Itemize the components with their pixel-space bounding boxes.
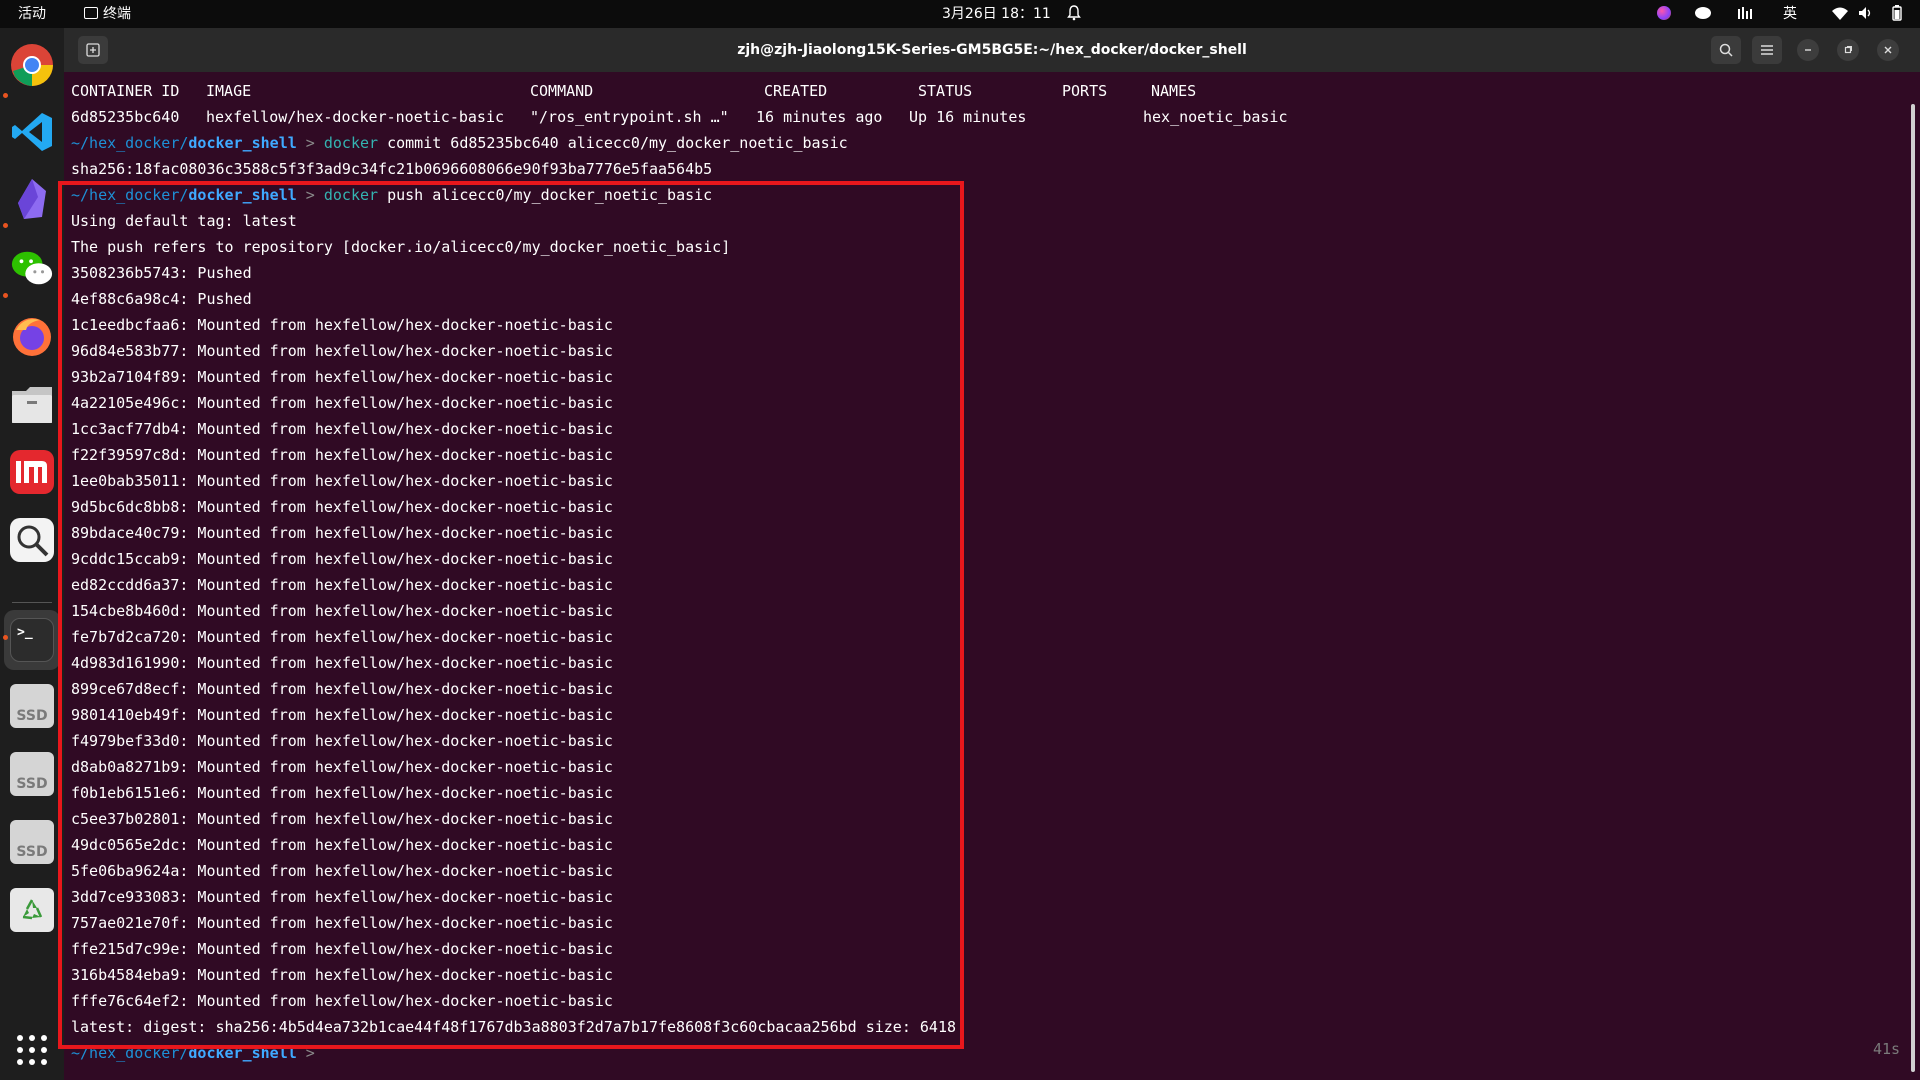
ps-header-container-id: CONTAINER ID [71,82,180,100]
ps-cell-command: "/ros_entrypoint.sh …" [530,108,729,126]
top-bar: 活动 终端 3月26日 18：11 英 [0,0,1920,28]
restore-icon [1844,46,1852,54]
input-method-icon[interactable] [1737,0,1753,28]
search-icon [1719,43,1733,57]
mi-icon[interactable] [10,450,54,494]
highlight-box [58,181,964,1049]
close-icon [1884,46,1892,54]
ps-cell-image: hexfellow/hex-docker-noetic-basic [206,108,505,126]
commit-output: sha256:18fac08036c3588c5f3f3ad9c34fc21b0… [71,160,713,178]
notification-bell-icon[interactable] [1067,0,1081,28]
prompt-path-prefix: ~/hex_docker/ [71,134,189,152]
dock-separator [12,602,52,603]
trash-icon[interactable] [10,888,54,932]
ps-cell-names: hex_noetic_basic [1143,108,1288,126]
ps-header-created: CREATED [764,82,828,100]
close-button[interactable] [1877,39,1899,61]
terminal-icon[interactable]: >_ [10,618,54,662]
commit-command-line: ~/hex_docker/docker_shell > docker commi… [71,130,848,156]
scrollbar[interactable] [1911,104,1915,1072]
ps-header-names: NAMES [1151,82,1197,100]
dock: >_ SSD SSD SSD [0,28,64,1080]
command-args: commit 6d85235bc640 alicecc0/my_docker_n… [378,134,848,152]
wifi-icon[interactable] [1832,0,1848,28]
battery-icon[interactable] [1889,0,1903,28]
apps-grid-icon[interactable] [10,1028,54,1072]
command-word: docker [323,134,379,152]
ps-header-ports: PORTS [1062,82,1108,100]
files-icon[interactable] [10,383,54,427]
terminal-small-icon [84,7,98,19]
running-indicator [3,223,8,228]
chrome-icon[interactable] [10,43,54,87]
ssd-label: SSD [16,776,48,792]
minimize-button[interactable] [1797,39,1819,61]
elapsed-time: 41s [1873,1040,1901,1058]
ssd-drive-icon[interactable]: SSD [10,820,54,864]
clock[interactable]: 3月26日 18：11 [942,0,1051,28]
firefox-color-icon[interactable] [1657,0,1671,28]
ps-header-status: STATUS [918,82,973,100]
restore-button[interactable] [1837,39,1859,61]
prompt-path-dir: docker_shell [188,134,297,152]
ssd-label: SSD [16,844,48,860]
obsidian-icon[interactable] [10,177,54,221]
ssd-label: SSD [16,708,48,724]
minimize-icon [1805,49,1811,51]
running-indicator [3,635,8,640]
image-viewer-icon[interactable] [10,518,54,562]
volume-icon[interactable] [1858,0,1874,28]
prompt-arrow: > [296,134,324,152]
menu-button[interactable] [1752,36,1782,64]
hamburger-icon [1761,45,1773,55]
running-indicator [3,93,8,98]
app-menu[interactable]: 终端 [84,0,131,28]
activities-button[interactable]: 活动 [18,0,46,28]
ssd-drive-icon[interactable]: SSD [10,752,54,796]
window-titlebar[interactable]: zjh@zjh-Jiaolong15K-Series-GM5BG5E:~/hex… [64,28,1920,72]
search-button[interactable] [1711,36,1741,64]
ps-cell-container-id: 6d85235bc640 [71,108,180,126]
input-language[interactable]: 英 [1783,0,1797,28]
ps-header-command: COMMAND [530,82,594,100]
vscode-icon[interactable] [10,110,54,154]
ps-cell-status: Up 16 minutes [909,108,1027,126]
ssd-drive-icon[interactable]: SSD [10,684,54,728]
wechat-icon[interactable] [1695,0,1711,28]
ps-cell-created: 16 minutes ago [756,108,883,126]
window-title: zjh@zjh-Jiaolong15K-Series-GM5BG5E:~/hex… [737,42,1247,58]
app-name: 终端 [103,6,131,22]
running-indicator [3,293,8,298]
firefox-icon[interactable] [10,314,54,358]
ps-header-image: IMAGE [206,82,252,100]
wechat-icon[interactable] [10,246,54,290]
